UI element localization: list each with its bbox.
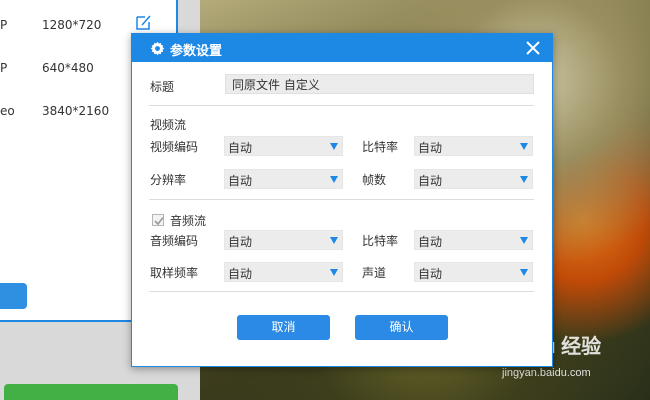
select-value: 自动 bbox=[228, 174, 253, 188]
edit-icon[interactable] bbox=[134, 14, 152, 32]
dropdown-arrow-icon bbox=[330, 269, 338, 276]
dropdown-arrow-icon bbox=[520, 269, 528, 276]
select-value: 自动 bbox=[418, 174, 443, 188]
select-value: 自动 bbox=[228, 267, 253, 281]
audio-encoder-label: 音频编码 bbox=[150, 234, 199, 248]
video-encoder-select[interactable]: 自动 bbox=[224, 136, 343, 156]
fps-select[interactable]: 自动 bbox=[414, 169, 533, 189]
video-bitrate-label: 比特率 bbox=[362, 140, 399, 154]
format-resolution: 1280*720 bbox=[42, 18, 102, 32]
audio-stream-checkbox[interactable] bbox=[152, 214, 164, 226]
dialog-title: 参数设置 bbox=[170, 44, 223, 59]
dropdown-arrow-icon bbox=[520, 237, 528, 244]
sample-rate-select[interactable]: 自动 bbox=[224, 262, 343, 282]
audio-bitrate-label: 比特率 bbox=[362, 234, 399, 248]
select-value: 自动 bbox=[228, 141, 253, 155]
channels-label: 声道 bbox=[362, 266, 387, 280]
channels-select[interactable]: 自动 bbox=[414, 262, 533, 282]
video-section-title: 视频流 bbox=[150, 118, 187, 132]
video-encoder-label: 视频编码 bbox=[150, 140, 199, 154]
divider bbox=[149, 291, 534, 292]
divider bbox=[149, 199, 534, 200]
format-name: P bbox=[0, 18, 8, 32]
background-button[interactable] bbox=[0, 283, 27, 309]
confirm-button[interactable]: 确认 bbox=[355, 315, 448, 340]
select-value: 自动 bbox=[418, 141, 443, 155]
dropdown-arrow-icon bbox=[330, 176, 338, 183]
select-value: 自动 bbox=[228, 235, 253, 249]
dialog-titlebar[interactable]: 参数设置 bbox=[132, 34, 552, 62]
format-resolution: 3840*2160 bbox=[42, 104, 110, 118]
select-value: 自动 bbox=[418, 267, 443, 281]
resolution-label: 分辨率 bbox=[150, 173, 187, 187]
cancel-button[interactable]: 取消 bbox=[237, 315, 330, 340]
format-name: eo bbox=[0, 104, 15, 118]
fps-label: 帧数 bbox=[362, 173, 387, 187]
watermark-url: jingyan.baidu.com bbox=[502, 367, 591, 379]
format-resolution: 640*480 bbox=[42, 61, 94, 75]
background-green-button[interactable] bbox=[4, 384, 178, 400]
select-value: 自动 bbox=[418, 235, 443, 249]
dropdown-arrow-icon bbox=[330, 237, 338, 244]
dropdown-arrow-icon bbox=[520, 143, 528, 150]
title-label: 标题 bbox=[150, 80, 175, 94]
sample-rate-label: 取样频率 bbox=[150, 266, 199, 280]
title-input[interactable]: 同原文件 自定义 bbox=[225, 74, 534, 94]
divider bbox=[149, 105, 534, 106]
resolution-select[interactable]: 自动 bbox=[224, 169, 343, 189]
close-icon[interactable] bbox=[524, 39, 542, 57]
dropdown-arrow-icon bbox=[520, 176, 528, 183]
audio-section-title: 音频流 bbox=[170, 214, 207, 228]
dropdown-arrow-icon bbox=[330, 143, 338, 150]
settings-dialog: 参数设置 标题 同原文件 自定义 视频流 视频编码 自动 比特率 自动 分辨率 … bbox=[131, 33, 553, 367]
format-name: P bbox=[0, 61, 8, 75]
video-bitrate-select[interactable]: 自动 bbox=[414, 136, 533, 156]
audio-bitrate-select[interactable]: 自动 bbox=[414, 230, 533, 250]
audio-encoder-select[interactable]: 自动 bbox=[224, 230, 343, 250]
gear-icon bbox=[150, 41, 165, 56]
